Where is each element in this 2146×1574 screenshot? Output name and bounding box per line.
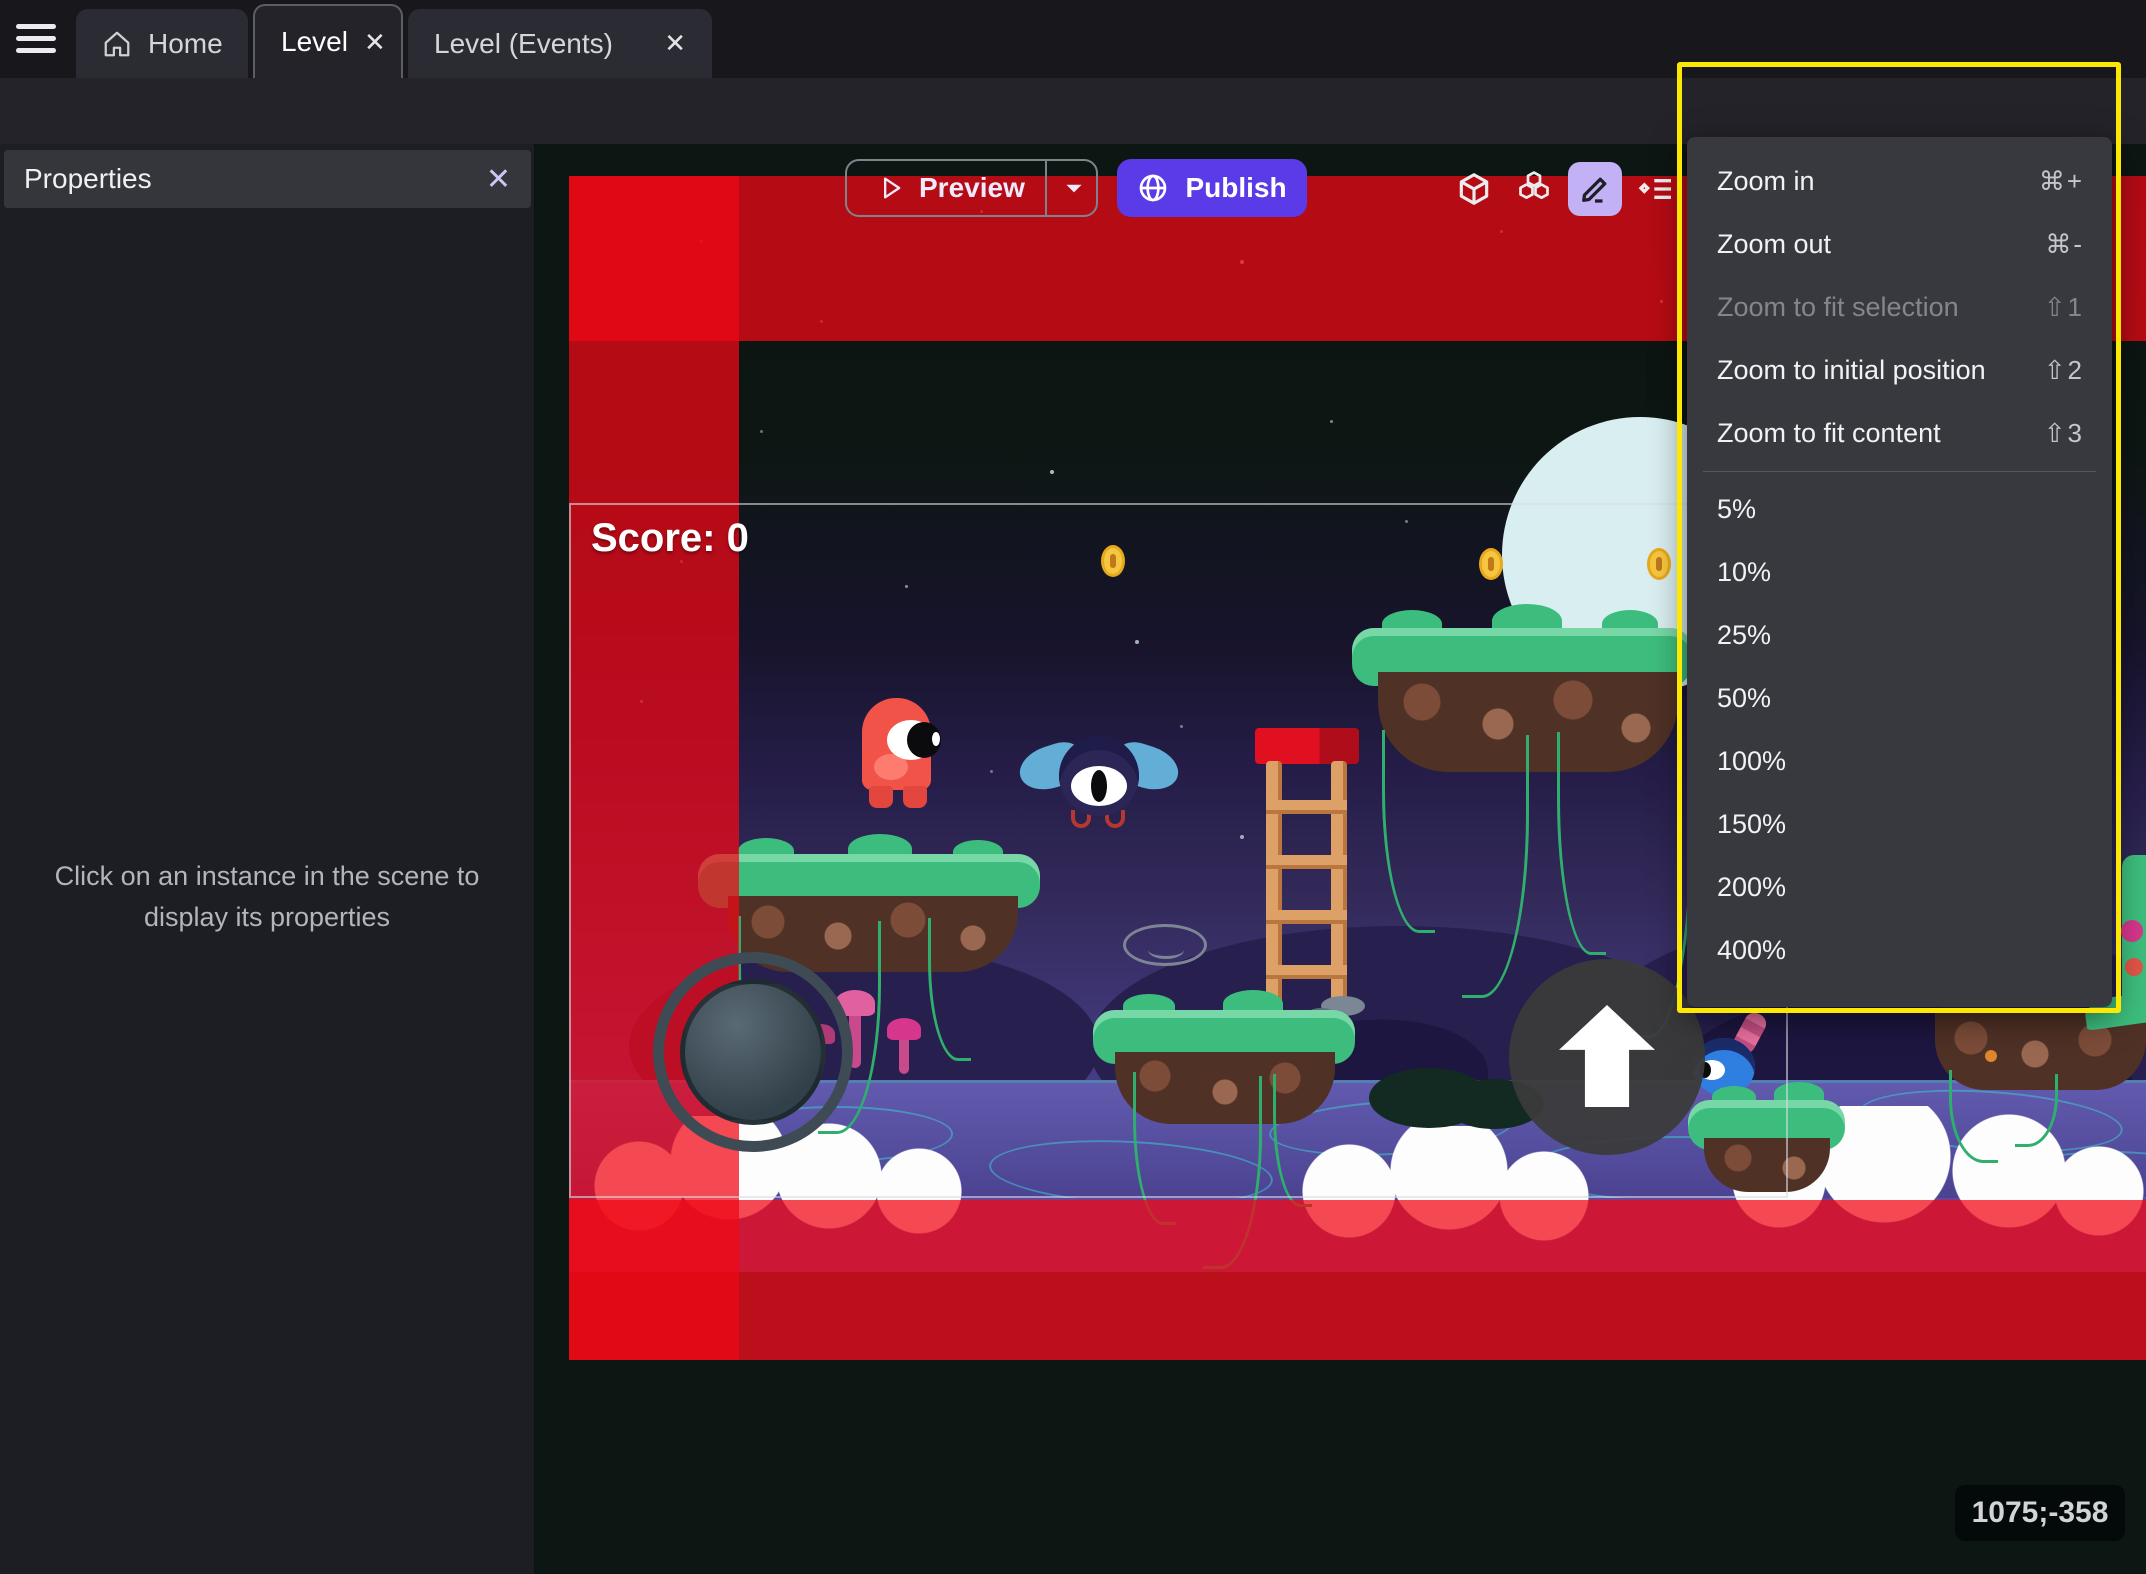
preview-button-label: Preview	[919, 172, 1025, 203]
red-overlay-bottom-band	[569, 1200, 2146, 1360]
object-groups-button[interactable]	[1512, 167, 1556, 211]
publish-button[interactable]: Publish	[1117, 159, 1307, 217]
mushroom-cap	[2125, 958, 2143, 976]
star	[1330, 420, 1333, 423]
properties-panel-title: Properties	[24, 163, 152, 194]
tab-level-events-close-icon[interactable]: ✕	[664, 28, 686, 59]
jump-button[interactable]	[1509, 959, 1705, 1155]
edit-tool-button[interactable]	[1568, 162, 1622, 216]
globe-icon	[1137, 172, 1169, 204]
gdevelop-editor-window: Score: 0 1075;-358 Home Level ✕ Level (E…	[0, 0, 2146, 1574]
tab-home-label: Home	[148, 27, 223, 59]
properties-panel-close-icon[interactable]: ✕	[486, 162, 511, 197]
mushroom-cap	[2121, 920, 2143, 942]
tab-level-events-label: Level (Events)	[434, 27, 613, 59]
play-icon	[877, 174, 905, 202]
object-groups-icon	[1513, 168, 1555, 210]
tab-level-label: Level	[281, 26, 348, 57]
preview-options-caret[interactable]	[1061, 175, 1087, 201]
star	[760, 430, 763, 433]
objects-panel-button[interactable]	[1452, 167, 1496, 211]
cursor-coordinates-badge: 1075;-358	[1955, 1485, 2125, 1541]
main-menu-button[interactable]	[16, 20, 60, 58]
hanging-platform	[1935, 991, 2146, 1163]
cube-icon	[1455, 170, 1493, 208]
instances-list-icon	[1636, 169, 1676, 209]
pencil-icon	[1577, 171, 1613, 207]
properties-empty-message: Click on an instance in the scene to dis…	[54, 861, 480, 932]
berry	[1985, 1050, 1997, 1062]
properties-panel-header: Properties ✕	[4, 150, 531, 208]
star	[1050, 470, 1054, 474]
up-arrow-icon	[1559, 1005, 1655, 1107]
properties-panel: Properties ✕ Click on an instance in the…	[0, 144, 535, 1574]
vine	[2015, 1074, 2058, 1147]
preview-button[interactable]: Preview	[845, 159, 1098, 217]
highlight-annotation-box	[1677, 62, 2121, 1013]
score-text: Score: 0	[591, 516, 749, 560]
publish-button-label: Publish	[1185, 172, 1287, 203]
preview-split-divider	[1044, 161, 1047, 215]
tab-home[interactable]: Home	[76, 9, 248, 78]
instances-list-button[interactable]	[1634, 167, 1678, 211]
home-icon	[102, 29, 132, 59]
tab-level[interactable]: Level ✕	[253, 4, 403, 78]
joystick-knob[interactable]	[680, 979, 826, 1125]
hamburger-icon	[16, 24, 56, 29]
tab-level-events[interactable]: Level (Events) ✕	[408, 9, 712, 78]
tab-level-close-icon[interactable]: ✕	[364, 27, 386, 58]
